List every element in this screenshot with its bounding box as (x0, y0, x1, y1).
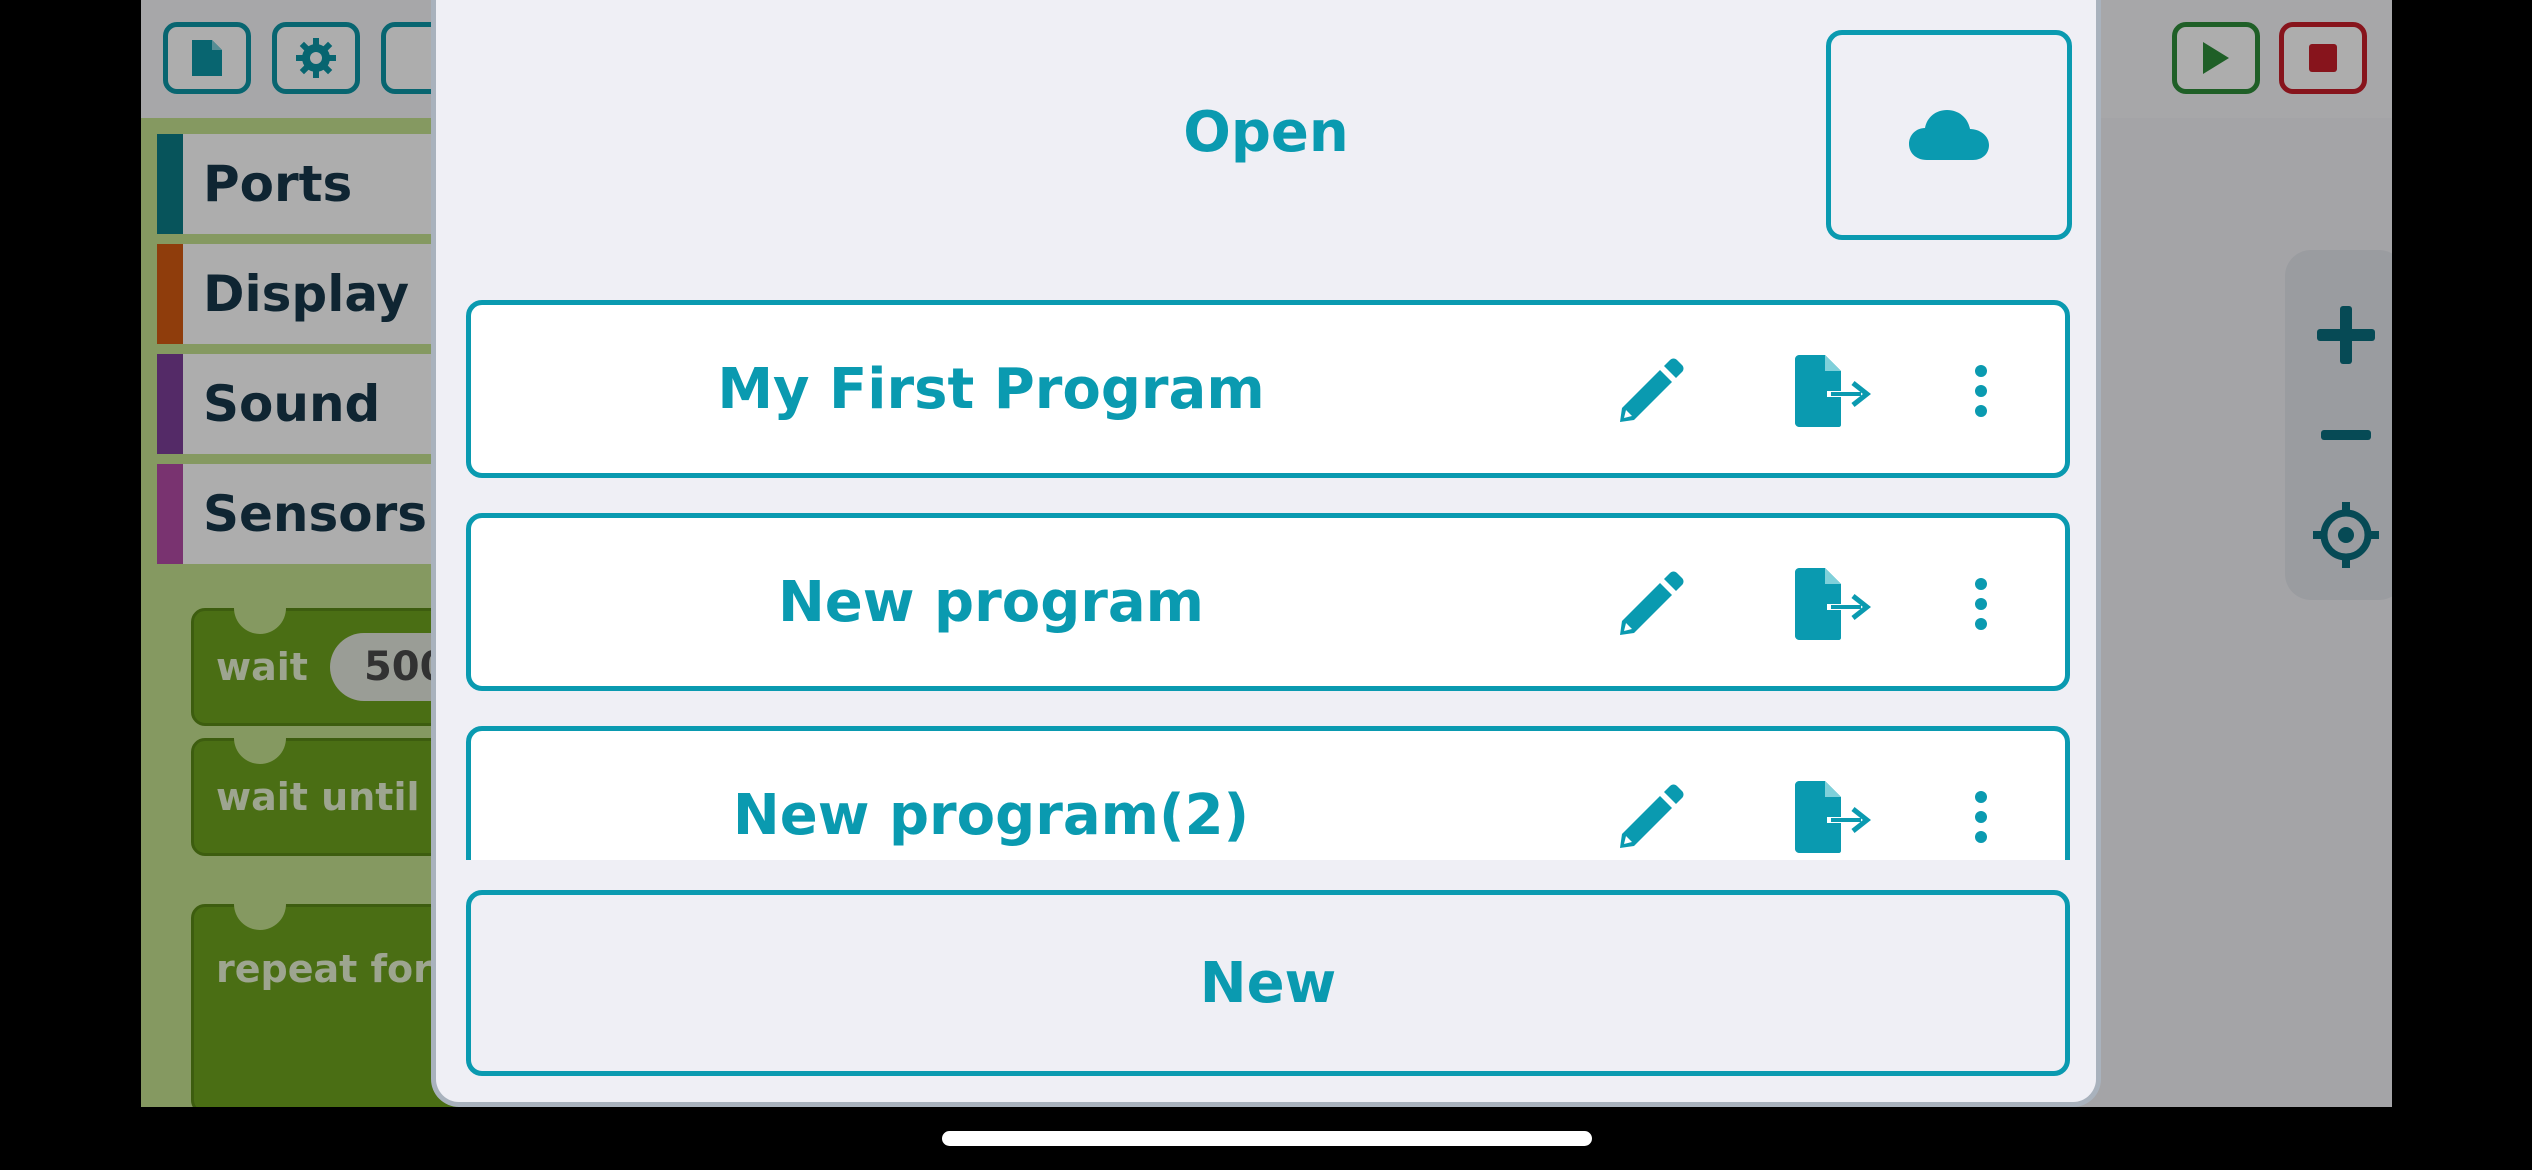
rename-button[interactable] (1611, 351, 1691, 431)
more-vertical-icon (1975, 365, 1987, 417)
program-name[interactable]: New program(2) (471, 731, 1511, 860)
program-name[interactable]: New program (471, 518, 1511, 686)
file-export-icon (1795, 568, 1871, 640)
pencil-icon (1620, 358, 1684, 422)
cloud-icon (1909, 110, 1989, 160)
more-vertical-icon (1975, 791, 1987, 843)
program-list[interactable]: My First Program New program New program… (466, 300, 2070, 860)
more-vertical-icon (1975, 578, 1987, 630)
file-export-icon (1795, 355, 1871, 427)
export-button[interactable] (1791, 564, 1871, 644)
rename-button[interactable] (1611, 777, 1691, 857)
export-button[interactable] (1791, 777, 1871, 857)
pencil-icon (1620, 571, 1684, 635)
pencil-icon (1620, 784, 1684, 848)
more-options-button[interactable] (1941, 351, 2021, 431)
program-name[interactable]: My First Program (471, 305, 1511, 473)
program-row[interactable]: New program(2) (466, 726, 2070, 860)
program-row[interactable]: New program (466, 513, 2070, 691)
program-row[interactable]: My First Program (466, 300, 2070, 478)
cloud-button[interactable] (1826, 30, 2072, 240)
open-dialog: Open My First Program New program New pr… (431, 0, 2101, 1107)
new-program-button[interactable]: New (466, 890, 2070, 1076)
file-export-icon (1795, 781, 1871, 853)
rename-button[interactable] (1611, 564, 1691, 644)
export-button[interactable] (1791, 351, 1871, 431)
more-options-button[interactable] (1941, 564, 2021, 644)
home-indicator[interactable] (942, 1131, 1592, 1146)
more-options-button[interactable] (1941, 777, 2021, 857)
